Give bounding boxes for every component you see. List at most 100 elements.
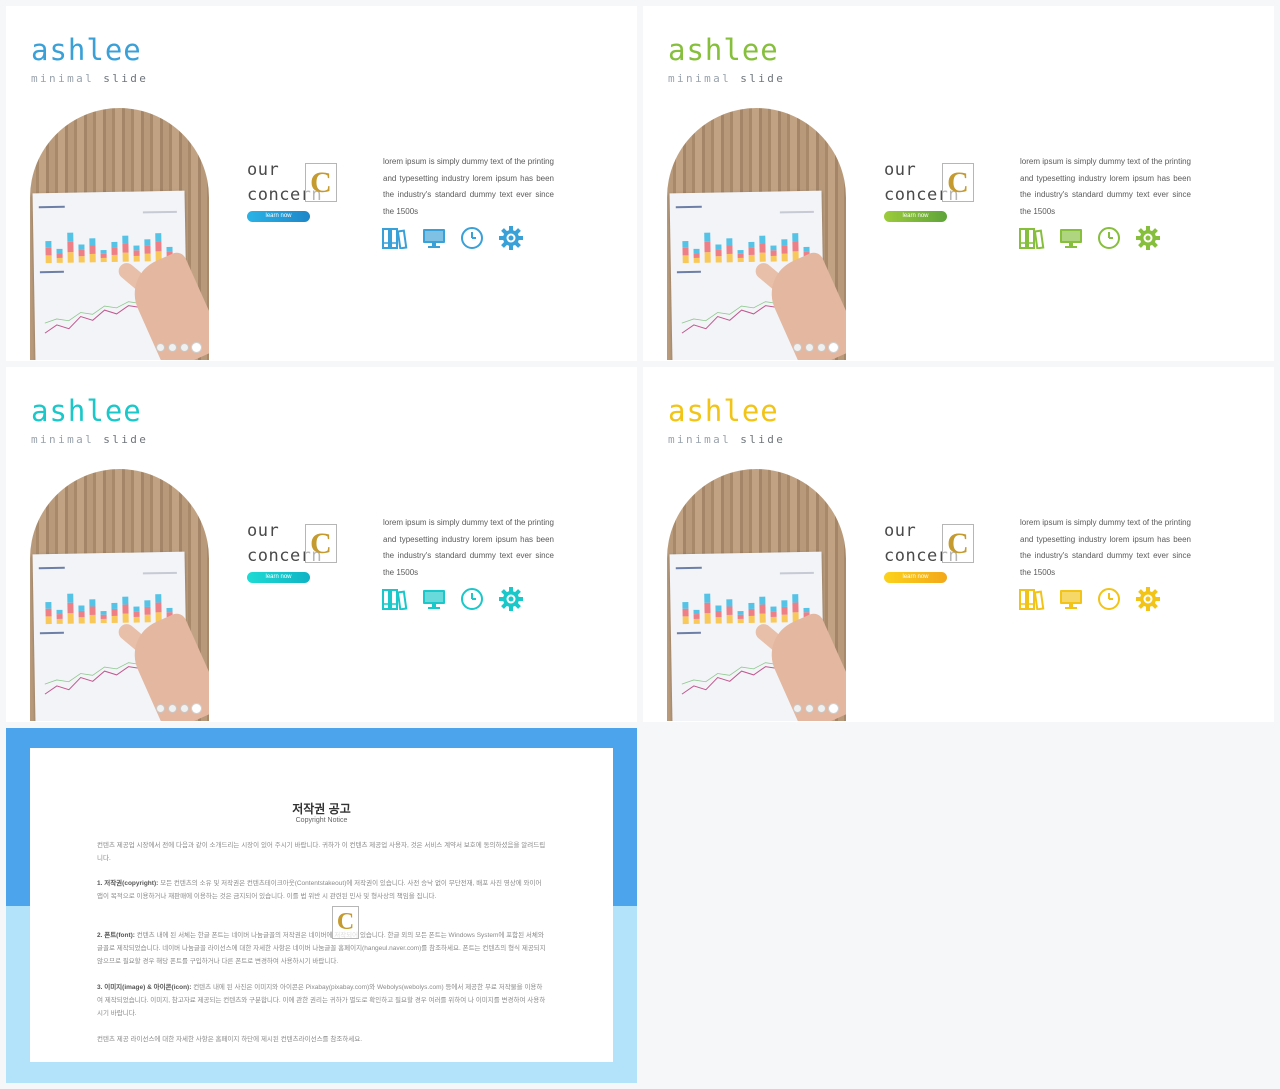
page-dot-active[interactable] (829, 704, 838, 713)
paper-bar-segment (78, 617, 85, 624)
paper-bar-segment (122, 604, 129, 614)
paper-bar-segment (78, 256, 85, 263)
page-dot[interactable] (805, 343, 814, 352)
pagination-dots (793, 704, 838, 713)
paper-bar-segment (682, 255, 689, 264)
paper-bar-segment (89, 606, 96, 615)
paper-bar-segment (737, 253, 744, 258)
gear-icon (1136, 587, 1160, 611)
arched-photo (30, 108, 209, 360)
learn-now-button[interactable]: learn now (247, 211, 310, 222)
paper-bar-segment (704, 241, 711, 253)
paper-bar-segment (89, 238, 96, 246)
slide-1: ashlee minimal slide our concern C learn … (6, 6, 637, 361)
paper-bar-segment (100, 250, 107, 254)
paper-bar-segment (748, 602, 755, 609)
paper-bar-segment (715, 256, 722, 263)
paper-bar-segment (792, 233, 799, 242)
paper-bar-segment (155, 233, 162, 242)
arched-photo (30, 469, 209, 721)
paper-bar-segment (89, 599, 96, 607)
page-dot[interactable] (180, 343, 189, 352)
feature-icons (382, 586, 524, 612)
paper-bar-segment (56, 618, 63, 624)
copyright-section-2: 2. 폰트(font): 컨텐츠 내에 된 서체는 한글 폰트는 네이버 나눔글… (97, 932, 546, 965)
paper-bar-segment (715, 617, 722, 624)
feature-icons (1019, 586, 1161, 612)
page-dot[interactable] (180, 704, 189, 713)
page-dot[interactable] (168, 343, 177, 352)
paper-bar-segment (67, 252, 74, 263)
paper-bar-segment (78, 610, 85, 618)
copyright-slide: 저작권 공고 Copyright Notice 컨텐츠 제공업 시장에서 전에 … (6, 728, 637, 1083)
watermark-logo: C (942, 524, 974, 563)
paper-bar-segment (144, 606, 151, 615)
paper-bar-segment (682, 241, 689, 248)
page-dot[interactable] (168, 704, 177, 713)
paper-bar-segment (803, 246, 810, 252)
paper-bar-segment (737, 611, 744, 615)
page-dot[interactable] (817, 343, 826, 352)
learn-now-button[interactable]: learn now (884, 572, 947, 583)
paper-bar-segment (726, 606, 733, 615)
learn-now-button[interactable]: learn now (247, 572, 310, 583)
paper-bar-segment (770, 250, 777, 256)
page-dot[interactable] (793, 704, 802, 713)
brand-title: ashlee (31, 394, 142, 428)
paper-bar-segment (737, 618, 744, 624)
paper-bar-segment (133, 255, 140, 262)
paper-bar-segment (122, 596, 129, 605)
page-dot[interactable] (156, 704, 165, 713)
paper-bar-segment (155, 241, 162, 252)
paper-bar-segment (67, 613, 74, 624)
page-dot[interactable] (805, 704, 814, 713)
page-dot-active[interactable] (192, 343, 201, 352)
paper-bar-segment (737, 257, 744, 263)
paper-bar-segment (693, 248, 700, 254)
watermark-logo: C (305, 524, 337, 563)
learn-now-button[interactable]: learn now (884, 211, 947, 222)
paper-bar-segment (133, 250, 140, 256)
page-dot[interactable] (793, 343, 802, 352)
paper-bar-segment (100, 611, 107, 615)
page-dot[interactable] (156, 343, 165, 352)
paper-bar-segment (759, 604, 766, 614)
monitor-icon (1060, 229, 1082, 248)
paper-bar-segment (770, 245, 777, 251)
body-text: lorem ipsum is simply dummy text of the … (1020, 157, 1191, 216)
feature-icons (382, 225, 524, 251)
paper-bar-segment (704, 252, 711, 263)
page-dot-active[interactable] (829, 343, 838, 352)
paper-bar-segment (45, 608, 52, 617)
paper-bar-segment (122, 235, 129, 244)
page-dot-active[interactable] (192, 704, 201, 713)
paper-bar-segment (56, 248, 63, 254)
watermark-logo: C (332, 906, 359, 939)
paper-bar-segment (78, 244, 85, 250)
paper-bar-segment (781, 239, 788, 246)
paper-bar-segment (144, 239, 151, 246)
gear-icon (499, 587, 523, 611)
paper-bar-segment (759, 243, 766, 253)
paper-bar-segment (111, 615, 118, 623)
paper-bar-segment (726, 599, 733, 607)
paper-bar-segment (726, 238, 733, 246)
paper-bar-segment (781, 614, 788, 623)
clock-icon (1098, 588, 1120, 610)
paper-bar-segment (770, 606, 777, 612)
paper-bar-segment (111, 602, 118, 609)
paper-bar-segment (155, 594, 162, 603)
copyright-card: 저작권 공고 Copyright Notice 컨텐츠 제공업 시장에서 전에 … (30, 748, 613, 1062)
paper-bar-segment (144, 245, 151, 254)
paper-bar-segment (56, 609, 63, 615)
paper-bar-segment (56, 253, 63, 259)
paper-bar-segment (693, 253, 700, 259)
copyright-section-3: 3. 이미지(image) & 아이콘(icon): 컨텐츠 내에 된 사진은 … (97, 984, 546, 1017)
paper-bar-segment (770, 616, 777, 623)
paper-bar-segment (792, 241, 799, 252)
page-dot[interactable] (817, 704, 826, 713)
paper-bar-segment (122, 243, 129, 253)
paper-bar-segment (781, 606, 788, 615)
paper-bar-segment (759, 235, 766, 244)
pagination-dots (156, 343, 201, 352)
